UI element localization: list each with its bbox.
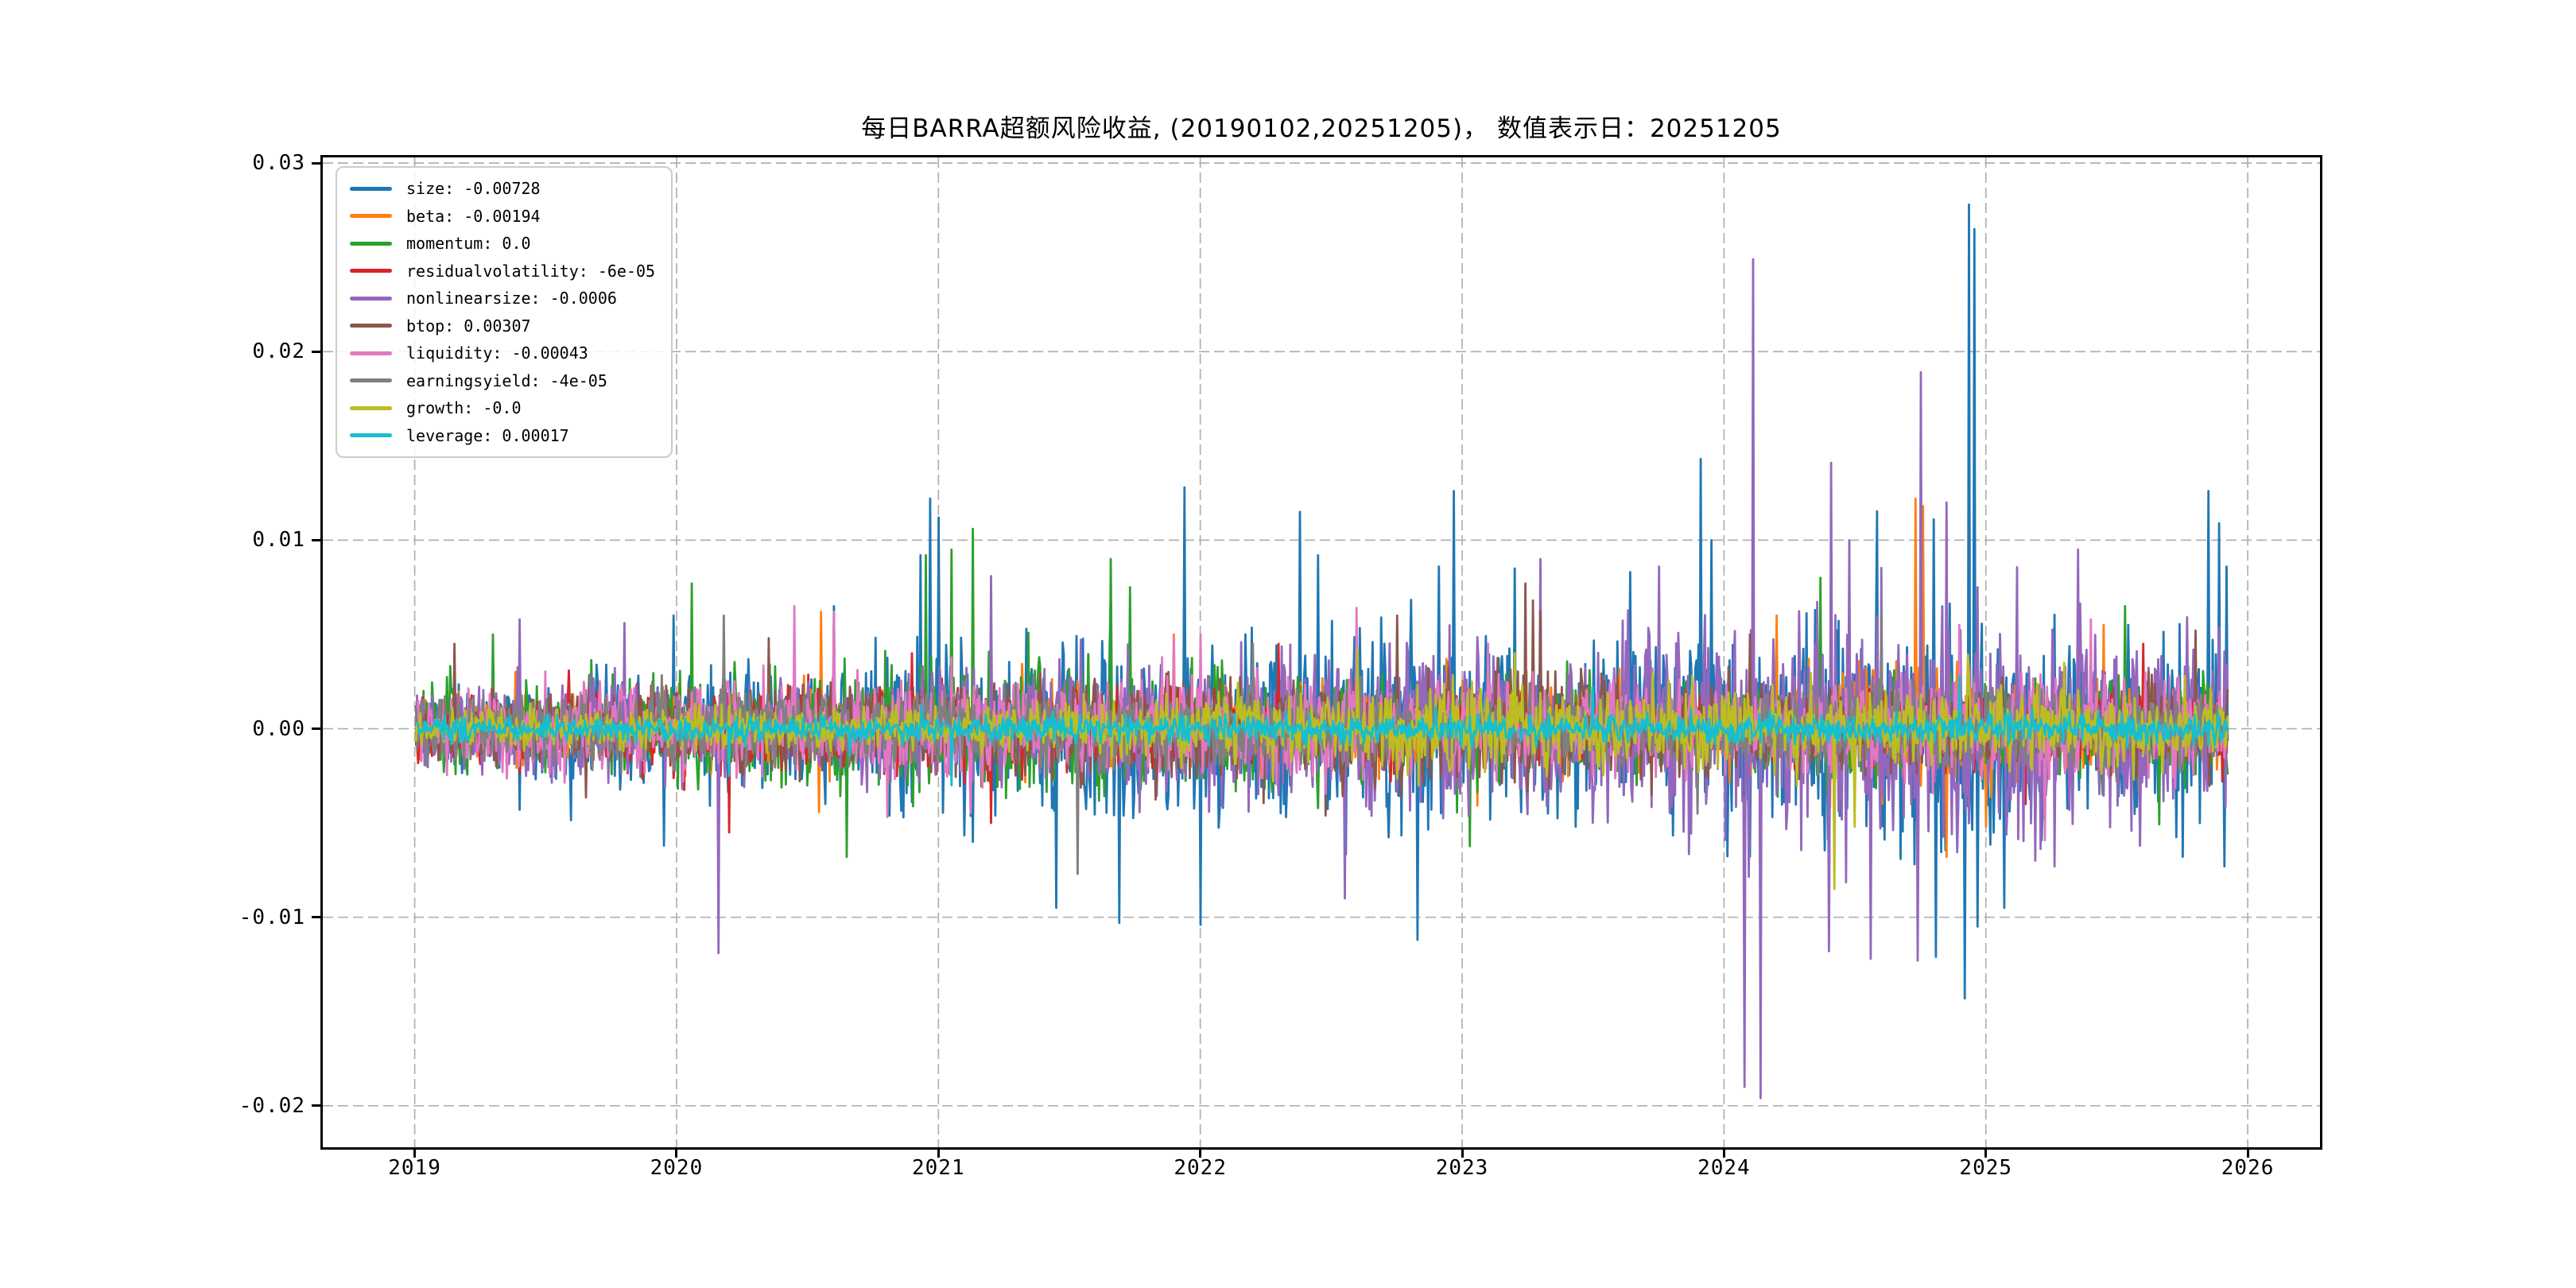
legend-label-residualvolatility: residualvolatility: -6e-05 — [406, 261, 656, 281]
chart-title: 每日BARRA超额风险收益, (20190102,20251205)， 数值表示… — [861, 114, 1782, 143]
legend-swatch-size — [350, 186, 392, 191]
legend-row-liquidity: liquidity: -0.00043 — [350, 339, 655, 367]
legend-row-nonlinearsize: nonlinearsize: -0.0006 — [350, 285, 655, 312]
x-tick-label: 2025 — [1959, 1156, 2013, 1180]
legend-swatch-earningsyield — [350, 378, 392, 383]
legend-label-momentum: momentum: 0.0 — [406, 234, 531, 254]
legend-swatch-nonlinearsize — [350, 296, 392, 301]
legend: size: -0.00728 beta: -0.00194 momentum: 0.… — [336, 166, 673, 458]
legend-label-beta: beta: -0.00194 — [406, 206, 541, 226]
legend-swatch-btop — [350, 324, 392, 328]
legend-swatch-beta — [350, 214, 392, 219]
legend-row-beta: beta: -0.00194 — [350, 203, 655, 231]
x-tick-label: 2023 — [1435, 1156, 1489, 1180]
legend-label-nonlinearsize: nonlinearsize: -0.0006 — [406, 289, 617, 308]
y-tick-mark — [312, 161, 320, 165]
plot-area: size: -0.00728 beta: -0.00194 momentum: 0.… — [320, 155, 2322, 1150]
y-tick-mark — [312, 1104, 320, 1108]
legend-row-earningsyield: earningsyield: -4e-05 — [350, 367, 655, 395]
legend-row-btop: btop: 0.00307 — [350, 312, 655, 340]
series-line-size — [414, 203, 2229, 1000]
legend-row-residualvolatility: residualvolatility: -6e-05 — [350, 258, 655, 285]
y-tick-label: 0.03 — [252, 151, 305, 176]
figure: 每日BARRA超额风险收益, (20190102,20251205)， 数值表示… — [0, 0, 2576, 1288]
legend-label-btop: btop: 0.00307 — [406, 316, 531, 336]
y-tick-label: 0.02 — [252, 339, 305, 364]
legend-row-leverage: leverage: 0.00017 — [350, 422, 655, 450]
x-tick-label: 2019 — [388, 1156, 441, 1180]
y-tick-label: 0.00 — [252, 716, 305, 741]
legend-label-liquidity: liquidity: -0.00043 — [406, 343, 588, 363]
y-tick-label: -0.01 — [239, 905, 305, 929]
y-tick-label: 0.01 — [252, 528, 305, 553]
y-tick-mark — [312, 727, 320, 731]
x-tick-label: 2021 — [912, 1156, 965, 1180]
legend-swatch-leverage — [350, 433, 392, 438]
legend-row-size: size: -0.00728 — [350, 175, 655, 203]
y-tick-mark — [312, 538, 320, 541]
y-tick-label: -0.02 — [239, 1093, 305, 1118]
y-tick-mark — [312, 350, 320, 353]
legend-label-growth: growth: -0.0 — [406, 398, 522, 418]
x-tick-label: 2024 — [1697, 1156, 1751, 1180]
legend-swatch-growth — [350, 405, 392, 410]
legend-swatch-residualvolatility — [350, 269, 392, 274]
legend-label-leverage: leverage: 0.00017 — [406, 425, 569, 445]
legend-label-size: size: -0.00728 — [406, 179, 541, 199]
legend-swatch-liquidity — [350, 351, 392, 355]
x-tick-label: 2026 — [2221, 1156, 2275, 1180]
x-tick-label: 2020 — [650, 1156, 704, 1180]
x-tick-label: 2022 — [1174, 1156, 1227, 1180]
y-tick-mark — [312, 916, 320, 919]
legend-row-growth: growth: -0.0 — [350, 394, 655, 422]
legend-row-momentum: momentum: 0.0 — [350, 230, 655, 258]
legend-swatch-momentum — [350, 241, 392, 246]
legend-label-earningsyield: earningsyield: -4e-05 — [406, 370, 607, 390]
